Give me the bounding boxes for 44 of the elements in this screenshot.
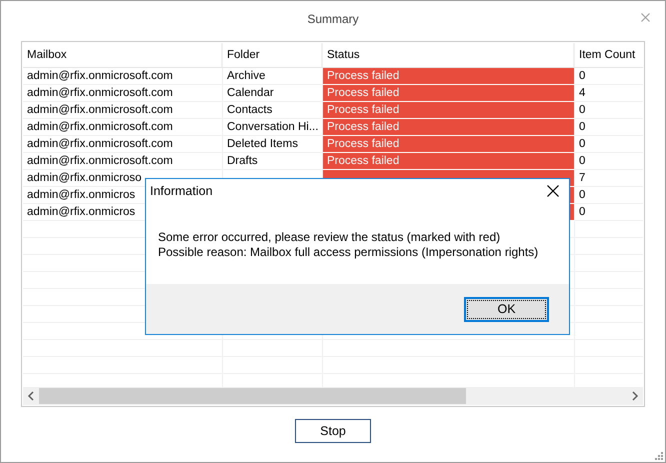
table-cell: 0 bbox=[579, 155, 586, 167]
table-cell: 0 bbox=[579, 206, 586, 218]
dialog-title: Information bbox=[150, 184, 213, 198]
table-cell: Drafts bbox=[227, 155, 258, 167]
window-title: Summary bbox=[307, 12, 359, 26]
stop-button[interactable]: Stop bbox=[295, 419, 371, 443]
table-cell: 0 bbox=[579, 70, 586, 82]
table-cell: admin@rfix.onmicrosoft.com bbox=[27, 155, 173, 167]
status-cell: Process failed bbox=[323, 102, 575, 119]
table-cell: admin@rfix.onmicrosoft.com bbox=[27, 70, 173, 82]
table-cell: Calendar bbox=[227, 87, 274, 99]
table-cell: admin@rfix.onmicrosoft.com bbox=[27, 138, 173, 150]
status-cell: Process failed bbox=[323, 68, 575, 85]
status-cell: Process failed bbox=[323, 136, 575, 153]
table-cell: 4 bbox=[579, 87, 586, 99]
table-cell: Conversation Hi... bbox=[227, 121, 318, 133]
table-cell: 0 bbox=[579, 138, 586, 150]
table-cell: Contacts bbox=[227, 104, 272, 116]
column-header[interactable]: Mailbox bbox=[27, 49, 67, 61]
table-cell: 0 bbox=[579, 104, 586, 116]
table-cell: 7 bbox=[579, 172, 586, 184]
table-cell: admin@rfix.onmicros bbox=[27, 189, 136, 201]
horizontal-scrollbar[interactable] bbox=[23, 387, 643, 405]
table-cell: admin@rfix.onmicros bbox=[27, 206, 136, 218]
resize-grip-icon[interactable] bbox=[655, 452, 663, 460]
close-icon[interactable] bbox=[547, 185, 559, 197]
table-cell: Archive bbox=[227, 70, 266, 82]
column-header[interactable]: Status bbox=[327, 49, 360, 61]
column-header[interactable]: Item Count bbox=[579, 49, 636, 61]
status-cell: Process failed bbox=[323, 119, 575, 136]
table-cell: admin@rfix.onmicroso bbox=[27, 172, 142, 184]
table-cell: Deleted Items bbox=[227, 138, 298, 150]
ok-button[interactable]: OK bbox=[464, 296, 549, 322]
table-cell: admin@rfix.onmicrosoft.com bbox=[27, 87, 173, 99]
table-cell: admin@rfix.onmicrosoft.com bbox=[27, 121, 173, 133]
status-cell: Process failed bbox=[323, 153, 575, 170]
table-cell: 0 bbox=[579, 121, 586, 133]
message-text: Some error occurred, please review the status (marked with red) bbox=[158, 230, 502, 244]
scrollbar-thumb[interactable] bbox=[39, 388, 466, 404]
table-cell: admin@rfix.onmicrosoft.com bbox=[27, 104, 173, 116]
message-text: Possible reason: Mailbox full access permissions (Impersonation rights) bbox=[158, 245, 540, 259]
status-cell: Process failed bbox=[323, 85, 575, 102]
table-cell: 0 bbox=[579, 189, 586, 201]
column-header[interactable]: Folder bbox=[227, 49, 260, 61]
